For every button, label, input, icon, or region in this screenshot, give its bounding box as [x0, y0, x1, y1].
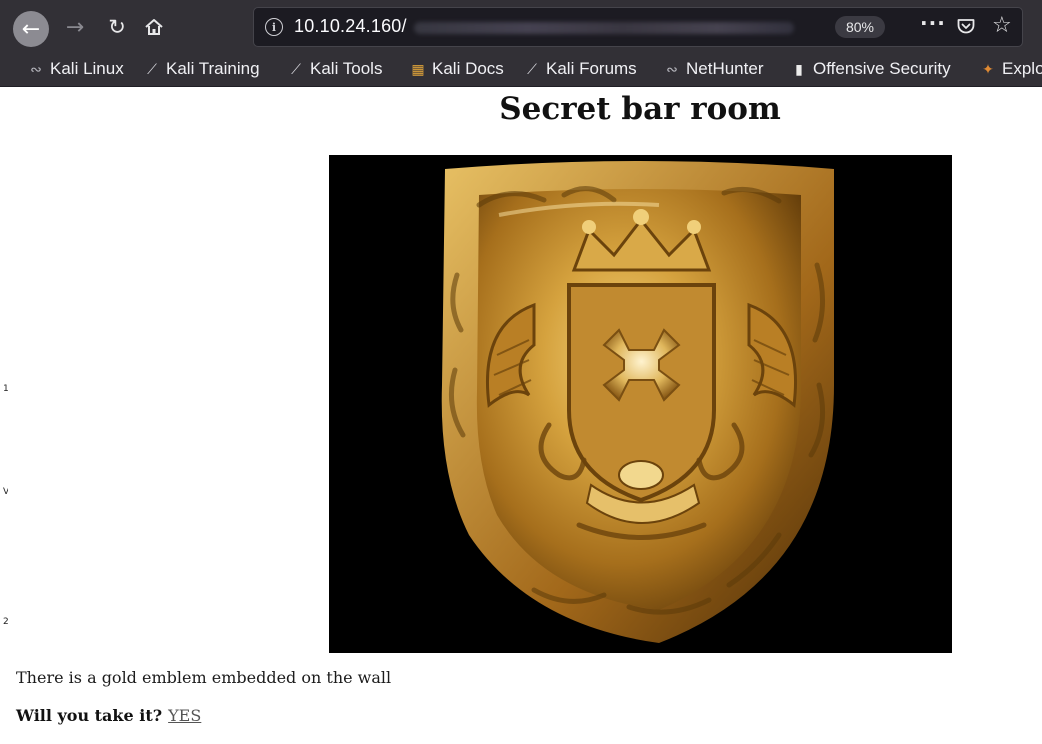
bookmark-kali-docs[interactable]: ▦ Kali Docs: [410, 57, 504, 81]
question-text: Will you take it?: [16, 706, 163, 725]
exploit-db-icon: ✦: [982, 61, 994, 77]
bookmark-label: Kali Linux: [50, 59, 124, 78]
home-icon: [145, 19, 163, 35]
back-button[interactable]: ←: [13, 11, 49, 47]
ellipsis-icon: ···: [920, 11, 946, 35]
url-text[interactable]: 10.10.24.160/: [294, 16, 407, 37]
forward-button[interactable]: →: [58, 10, 92, 44]
bookmarks-toolbar: ∾ Kali Linux ⟋ Kali Training ⟋ Kali Tool…: [0, 52, 1042, 87]
home-button[interactable]: [137, 10, 171, 44]
page-actions-button[interactable]: ···: [920, 11, 946, 35]
kali-dragon-icon: ∾: [30, 61, 42, 77]
kali-knife-icon: ⟋: [527, 61, 537, 77]
offsec-icon: ▮: [795, 61, 803, 77]
kali-knife-icon: ⟋: [291, 61, 301, 77]
bookmark-offensive-security[interactable]: ▮ Offensive Security: [791, 57, 951, 81]
arrow-right-icon: →: [65, 14, 85, 40]
bookmark-kali-tools[interactable]: ⟋ Kali Tools: [288, 57, 382, 81]
page-gutter: 1 V 2: [0, 87, 9, 744]
page-title: Secret bar room: [499, 91, 781, 127]
bookmark-exploit-db[interactable]: ✦ Explo: [980, 57, 1042, 81]
gold-emblem-icon: [441, 161, 834, 643]
page-content: Secret bar room There is a gold emblem e…: [8, 87, 1042, 744]
zoom-level-badge[interactable]: 80%: [835, 16, 885, 38]
emblem-description: There is a gold emblem embedded on the w…: [16, 668, 392, 687]
navigation-toolbar: ← → ↻ i 10.10.24.160/ 80% ··· ☆: [0, 0, 1042, 52]
bookmark-label: Offensive Security: [813, 59, 951, 78]
bookmark-label: Kali Tools: [310, 59, 383, 78]
bookmark-kali-forums[interactable]: ⟋ Kali Forums: [524, 57, 637, 81]
url-bar[interactable]: i 10.10.24.160/ 80% ··· ☆: [253, 7, 1023, 47]
yes-link[interactable]: YES: [168, 706, 201, 725]
bookmark-star-icon[interactable]: ☆: [992, 13, 1012, 38]
reload-icon: ↻: [108, 15, 126, 39]
info-icon[interactable]: i: [265, 18, 283, 36]
bookmark-label: NetHunter: [686, 59, 764, 78]
arrow-left-icon: ←: [21, 16, 41, 42]
kali-knife-icon: ⟋: [147, 61, 157, 77]
bookmark-label: Kali Docs: [432, 59, 504, 78]
bookmark-nethunter[interactable]: ∾ NetHunter: [664, 57, 763, 81]
bookmark-kali-linux[interactable]: ∾ Kali Linux: [28, 57, 124, 81]
bookmark-label: Kali Training: [166, 59, 260, 78]
browser-window: ← → ↻ i 10.10.24.160/ 80% ··· ☆ ∾ Kali L…: [0, 0, 1042, 744]
take-emblem-prompt: Will you take it? YES: [16, 706, 201, 725]
bookmark-label: Explo: [1002, 59, 1042, 78]
pocket-icon[interactable]: [957, 18, 975, 34]
kali-dragon-icon: ∾: [666, 61, 678, 77]
kali-docs-icon: ▦: [411, 61, 425, 77]
reload-button[interactable]: ↻: [100, 10, 134, 44]
emblem-image: [329, 155, 952, 653]
bookmark-label: Kali Forums: [546, 59, 637, 78]
redacted-url-segment: [414, 22, 794, 34]
bookmark-kali-training[interactable]: ⟋ Kali Training: [144, 57, 260, 81]
